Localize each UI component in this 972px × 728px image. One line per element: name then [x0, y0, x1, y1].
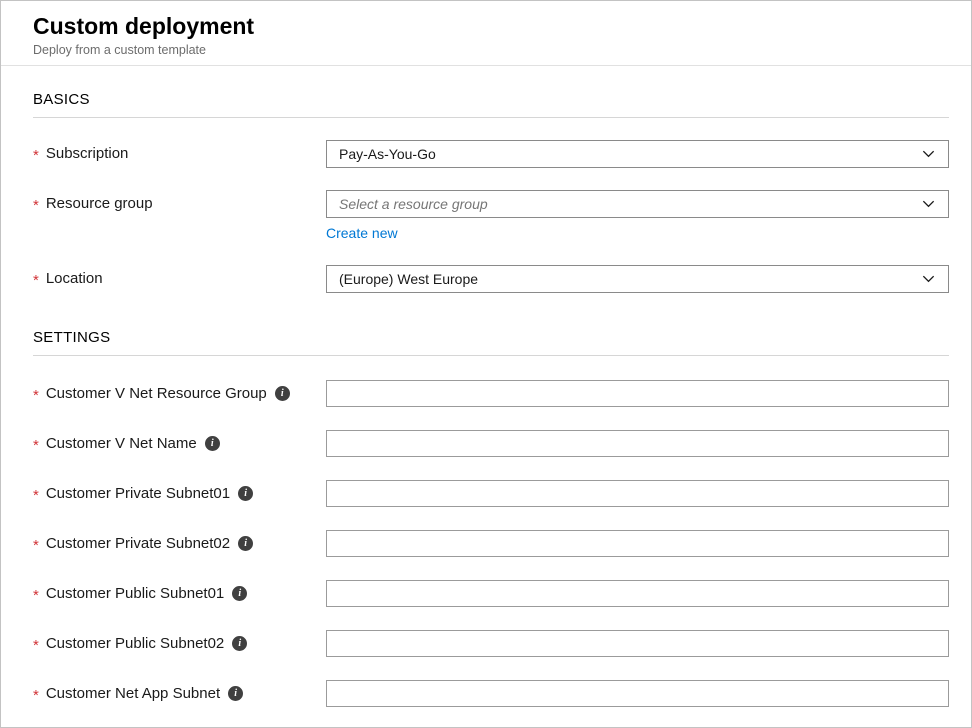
customer-net-app-subnet-row: * Customer Net App Subnet i [33, 680, 949, 707]
customer-private-subnet01-row: * Customer Private Subnet01 i [33, 480, 949, 507]
required-asterisk: * [33, 635, 39, 653]
page-subtitle: Deploy from a custom template [33, 43, 939, 57]
field-label-group: * Customer Private Subnet02 i [33, 530, 326, 553]
info-icon[interactable]: i [232, 636, 247, 651]
subscription-label-group: * Subscription [33, 140, 326, 163]
location-row: * Location (Europe) West Europe [33, 265, 949, 293]
customer-vnet-resource-group-label: Customer V Net Resource Group [46, 385, 267, 402]
required-asterisk: * [33, 195, 39, 213]
location-label-group: * Location [33, 265, 326, 288]
customer-net-app-subnet-input[interactable] [326, 680, 949, 707]
required-asterisk: * [33, 145, 39, 163]
required-asterisk: * [33, 485, 39, 503]
chevron-down-icon [921, 196, 936, 211]
info-icon[interactable]: i [228, 686, 243, 701]
resource-group-row: * Resource group Select a resource group… [33, 190, 949, 243]
subscription-row: * Subscription Pay-As-You-Go [33, 140, 949, 168]
subscription-label: Subscription [46, 145, 129, 162]
customer-vnet-resource-group-row: * Customer V Net Resource Group i [33, 380, 949, 407]
chevron-down-icon [921, 271, 936, 286]
location-dropdown[interactable]: (Europe) West Europe [326, 265, 949, 293]
field-label-group: * Customer Private Subnet01 i [33, 480, 326, 503]
customer-vnet-name-row: * Customer V Net Name i [33, 430, 949, 457]
field-label-group: * Customer Public Subnet01 i [33, 580, 326, 603]
subscription-dropdown[interactable]: Pay-As-You-Go [326, 140, 949, 168]
form-content: BASICS * Subscription Pay-As-You-Go [1, 91, 971, 707]
custom-deployment-page: Custom deployment Deploy from a custom t… [0, 0, 972, 728]
location-selected-value: (Europe) West Europe [339, 271, 478, 287]
required-asterisk: * [33, 270, 39, 288]
customer-private-subnet02-label: Customer Private Subnet02 [46, 535, 230, 552]
required-asterisk: * [33, 535, 39, 553]
location-label: Location [46, 270, 103, 287]
customer-net-app-subnet-label: Customer Net App Subnet [46, 685, 220, 702]
customer-vnet-name-input[interactable] [326, 430, 949, 457]
customer-public-subnet02-input[interactable] [326, 630, 949, 657]
chevron-down-icon [921, 146, 936, 161]
customer-private-subnet02-row: * Customer Private Subnet02 i [33, 530, 949, 557]
required-asterisk: * [33, 685, 39, 703]
info-icon[interactable]: i [238, 536, 253, 551]
customer-public-subnet01-label: Customer Public Subnet01 [46, 585, 224, 602]
customer-public-subnet01-input[interactable] [326, 580, 949, 607]
resource-group-label: Resource group [46, 195, 153, 212]
resource-group-dropdown[interactable]: Select a resource group [326, 190, 949, 218]
required-asterisk: * [33, 435, 39, 453]
field-label-group: * Customer V Net Resource Group i [33, 380, 326, 403]
basics-section-heading: BASICS [33, 91, 949, 118]
resource-group-label-group: * Resource group [33, 190, 326, 213]
customer-public-subnet02-label: Customer Public Subnet02 [46, 635, 224, 652]
page-title: Custom deployment [33, 13, 939, 41]
customer-private-subnet01-input[interactable] [326, 480, 949, 507]
field-label-group: * Customer Net App Subnet i [33, 680, 326, 703]
create-new-link[interactable]: Create new [326, 225, 398, 241]
customer-public-subnet01-row: * Customer Public Subnet01 i [33, 580, 949, 607]
required-asterisk: * [33, 585, 39, 603]
info-icon[interactable]: i [275, 386, 290, 401]
page-header: Custom deployment Deploy from a custom t… [1, 1, 971, 66]
settings-section: * Customer V Net Resource Group i * Cust… [33, 380, 949, 707]
customer-vnet-name-label: Customer V Net Name [46, 435, 197, 452]
customer-private-subnet01-label: Customer Private Subnet01 [46, 485, 230, 502]
field-label-group: * Customer V Net Name i [33, 430, 326, 453]
subscription-selected-value: Pay-As-You-Go [339, 146, 436, 162]
info-icon[interactable]: i [232, 586, 247, 601]
info-icon[interactable]: i [205, 436, 220, 451]
required-asterisk: * [33, 385, 39, 403]
settings-section-heading: SETTINGS [33, 329, 949, 356]
info-icon[interactable]: i [238, 486, 253, 501]
field-label-group: * Customer Public Subnet02 i [33, 630, 326, 653]
basics-section: * Subscription Pay-As-You-Go * Resour [33, 140, 949, 293]
customer-private-subnet02-input[interactable] [326, 530, 949, 557]
resource-group-placeholder: Select a resource group [339, 196, 488, 212]
customer-public-subnet02-row: * Customer Public Subnet02 i [33, 630, 949, 657]
customer-vnet-resource-group-input[interactable] [326, 380, 949, 407]
